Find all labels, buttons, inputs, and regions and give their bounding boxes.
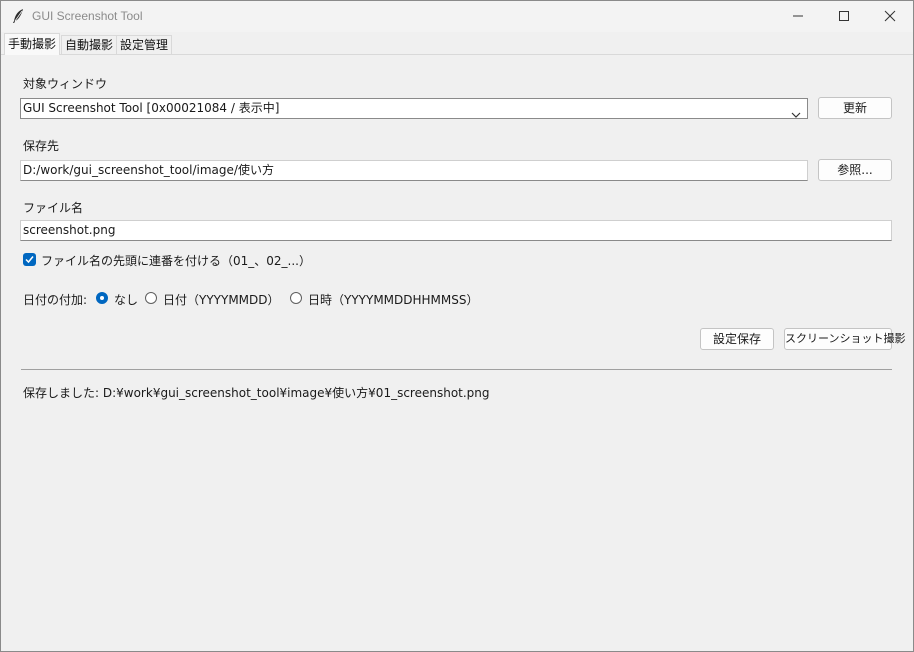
browse-button[interactable]: 参照...: [818, 159, 892, 181]
filename-label: ファイル名: [23, 201, 84, 215]
title-bar[interactable]: GUI Screenshot Tool: [1, 1, 913, 32]
minimize-button[interactable]: [775, 1, 821, 32]
refresh-button[interactable]: 更新: [818, 97, 892, 119]
separator: [21, 369, 892, 370]
radio-date-label[interactable]: 日付（YYYYMMDD）: [163, 291, 280, 308]
maximize-button[interactable]: [821, 1, 867, 32]
close-button[interactable]: [867, 1, 913, 32]
radio-none-label[interactable]: なし: [114, 291, 138, 308]
save-dir-input[interactable]: D:/work/gui_screenshot_tool/image/使い方: [20, 160, 808, 181]
feather-icon: [11, 8, 25, 24]
tab-settings-management[interactable]: 設定管理: [116, 35, 173, 54]
radio-none[interactable]: [96, 292, 108, 304]
tab-bar: 手動撮影 自動撮影 設定管理: [1, 32, 913, 55]
save-dir-label: 保存先: [23, 139, 60, 153]
capture-screenshot-button[interactable]: スクリーンショット撮影: [784, 328, 905, 350]
save-settings-button[interactable]: 設定保存: [700, 328, 774, 350]
save-dir-value: D:/work/gui_screenshot_tool/image/使い方: [23, 163, 274, 177]
filename-value: screenshot.png: [23, 223, 116, 237]
radio-datetime[interactable]: [290, 292, 302, 304]
date-option-label: 日付の付加:: [23, 293, 88, 307]
maximize-icon: [839, 11, 849, 21]
tab-manual-capture[interactable]: 手動撮影: [4, 33, 61, 55]
window-title: GUI Screenshot Tool: [32, 9, 143, 23]
sequence-checkbox[interactable]: [23, 253, 36, 266]
tab-auto-capture[interactable]: 自動撮影: [61, 35, 118, 54]
status-message: 保存しました: D:¥work¥gui_screenshot_tool¥imag…: [23, 386, 490, 400]
sequence-checkbox-label[interactable]: ファイル名の先頭に連番を付ける（01_、02_...）: [41, 252, 311, 269]
app-window: GUI Screenshot Tool 手動撮影 自動撮影 設定管理 対象ウィン…: [0, 0, 914, 652]
minimize-icon: [793, 15, 803, 17]
chevron-down-icon: [791, 105, 801, 118]
close-icon: [884, 10, 896, 22]
checkmark-icon: [25, 256, 34, 264]
radio-date[interactable]: [145, 292, 157, 304]
radio-datetime-label[interactable]: 日時（YYYYMMDDHHMMSS）: [308, 291, 479, 308]
filename-input[interactable]: screenshot.png: [20, 220, 892, 241]
target-window-select[interactable]: GUI Screenshot Tool [0x00021084 / 表示中]: [20, 98, 808, 119]
target-window-value: GUI Screenshot Tool [0x00021084 / 表示中]: [23, 101, 280, 115]
target-window-label: 対象ウィンドウ: [23, 77, 108, 91]
